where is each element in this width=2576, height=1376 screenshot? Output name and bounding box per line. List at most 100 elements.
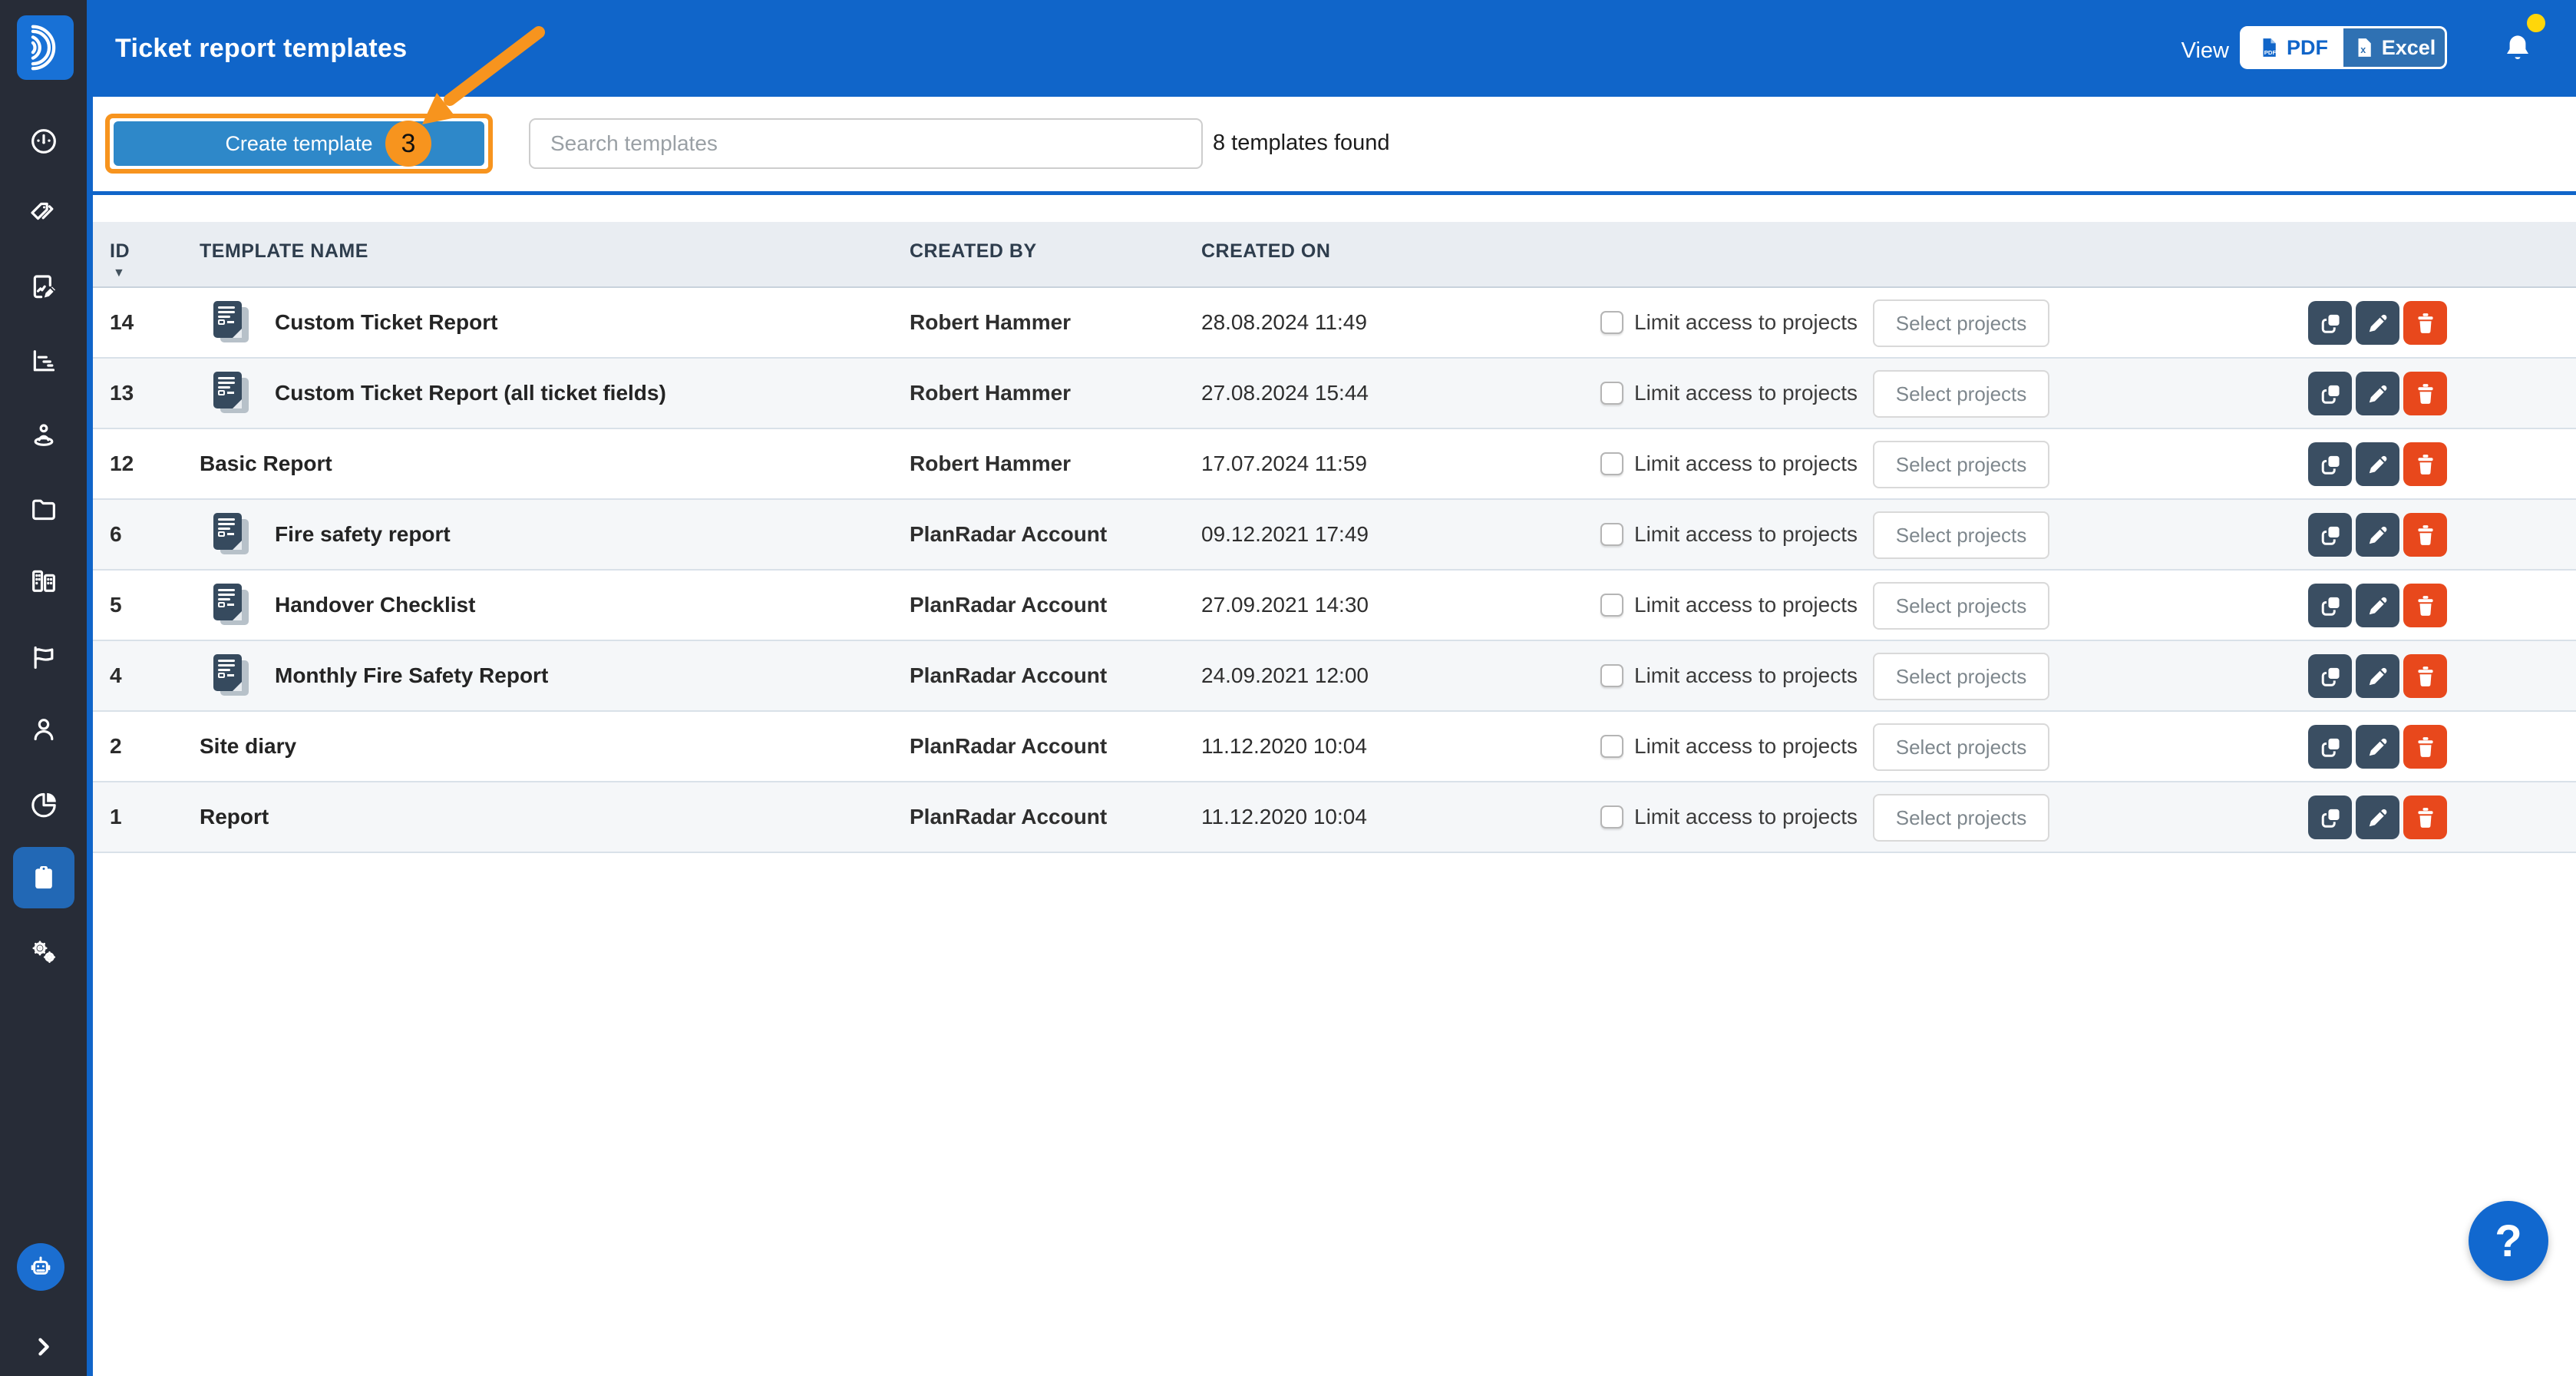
column-header-id[interactable]: ID xyxy=(110,240,130,263)
edit-button[interactable] xyxy=(2356,584,2399,627)
edit-button[interactable] xyxy=(2356,301,2399,345)
select-projects-button[interactable]: Select projects xyxy=(1873,441,2049,488)
chevron-right-icon xyxy=(30,1334,56,1360)
created-on: 11.12.2020 10:04 xyxy=(1201,712,1367,781)
view-label: View xyxy=(2181,38,2229,64)
created-on: 17.07.2024 11:59 xyxy=(1201,429,1367,498)
ai-assistant-button[interactable] xyxy=(17,1243,64,1291)
select-projects-button[interactable]: Select projects xyxy=(1873,299,2049,347)
duplicate-button[interactable] xyxy=(2308,584,2352,627)
select-projects-button[interactable]: Select projects xyxy=(1873,794,2049,842)
edit-button[interactable] xyxy=(2356,372,2399,415)
limit-access-checkbox[interactable] xyxy=(1600,382,1623,405)
svg-text:x: x xyxy=(2360,45,2366,55)
created-by: PlanRadar Account xyxy=(910,782,1107,852)
row-id: 12 xyxy=(110,429,134,498)
sidebar-item-templates[interactable] xyxy=(13,847,74,908)
limit-access-checkbox[interactable] xyxy=(1600,311,1623,334)
duplicate-icon xyxy=(2317,663,2344,690)
select-projects-button[interactable]: Select projects xyxy=(1873,511,2049,559)
sidebar-expand-button[interactable] xyxy=(28,1330,58,1364)
row-id: 13 xyxy=(110,359,134,428)
duplicate-button[interactable] xyxy=(2308,301,2352,345)
delete-button[interactable] xyxy=(2403,372,2447,415)
select-projects-button[interactable]: Select projects xyxy=(1873,370,2049,418)
delete-button[interactable] xyxy=(2403,584,2447,627)
sidebar-item-site-persons[interactable] xyxy=(0,405,87,466)
edit-button[interactable] xyxy=(2356,654,2399,698)
select-projects-button[interactable]: Select projects xyxy=(1873,582,2049,630)
row-actions xyxy=(2308,513,2447,557)
sidebar-item-statistics[interactable] xyxy=(0,773,87,835)
duplicate-button[interactable] xyxy=(2308,725,2352,769)
help-button[interactable]: ? xyxy=(2469,1201,2548,1281)
template-name-cell: Report xyxy=(200,782,269,852)
created-on: 27.09.2021 14:30 xyxy=(1201,571,1369,640)
row-id: 5 xyxy=(110,571,122,640)
delete-button[interactable] xyxy=(2403,725,2447,769)
duplicate-icon xyxy=(2317,592,2344,620)
select-projects-button[interactable]: Select projects xyxy=(1873,723,2049,771)
limit-access-checkbox[interactable] xyxy=(1600,452,1623,475)
robot-icon xyxy=(25,1252,56,1282)
sidebar-item-reports[interactable] xyxy=(0,331,87,392)
duplicate-button[interactable] xyxy=(2308,796,2352,839)
sidebar-item-dashboard[interactable] xyxy=(0,111,87,172)
pencil-icon xyxy=(2364,380,2392,408)
limit-access-checkbox[interactable] xyxy=(1600,523,1623,546)
delete-button[interactable] xyxy=(2403,442,2447,486)
limit-access-label: Limit access to projects xyxy=(1634,593,1858,617)
sidebar-item-tags[interactable] xyxy=(0,183,87,244)
report-template-icon xyxy=(213,513,253,556)
delete-button[interactable] xyxy=(2403,654,2447,698)
duplicate-button[interactable] xyxy=(2308,513,2352,557)
template-name: Fire safety report xyxy=(275,522,451,547)
sidebar-item-forms[interactable] xyxy=(0,257,87,319)
notifications-bell-icon[interactable] xyxy=(2499,29,2536,69)
limit-access-checkbox[interactable] xyxy=(1600,664,1623,687)
row-id: 4 xyxy=(110,641,122,710)
column-header-created-on[interactable]: CREATED ON xyxy=(1201,240,1330,263)
sidebar-item-company[interactable] xyxy=(0,550,87,611)
template-name-cell: Site diary xyxy=(200,712,296,781)
created-by: Robert Hammer xyxy=(910,359,1071,428)
limit-access-cell: Limit access to projects xyxy=(1600,571,1858,640)
delete-button[interactable] xyxy=(2403,796,2447,839)
created-on: 28.08.2024 11:49 xyxy=(1201,288,1367,357)
trash-icon xyxy=(2412,804,2439,832)
duplicate-button[interactable] xyxy=(2308,654,2352,698)
edit-button[interactable] xyxy=(2356,725,2399,769)
sidebar-item-users[interactable] xyxy=(0,699,87,760)
template-name-cell: Handover Checklist xyxy=(200,571,475,640)
limit-access-checkbox[interactable] xyxy=(1600,805,1623,829)
excel-view-button[interactable]: x Excel xyxy=(2343,28,2445,67)
row-id: 1 xyxy=(110,782,122,852)
table-row: 13 Custom Ticket Report (all ticket fiel… xyxy=(93,359,2576,429)
report-template-icon xyxy=(213,301,253,344)
sidebar-item-flags[interactable] xyxy=(0,627,87,688)
annotation-highlight-box xyxy=(105,114,493,174)
sidebar-item-settings[interactable] xyxy=(0,921,87,982)
column-header-created-by[interactable]: CREATED BY xyxy=(910,240,1037,263)
search-input[interactable] xyxy=(529,118,1203,169)
duplicate-button[interactable] xyxy=(2308,372,2352,415)
column-header-name[interactable]: TEMPLATE NAME xyxy=(200,240,368,263)
planradar-logo[interactable] xyxy=(17,15,74,80)
pdf-view-button[interactable]: PDF PDF xyxy=(2242,28,2343,67)
edit-button[interactable] xyxy=(2356,796,2399,839)
template-name: Handover Checklist xyxy=(275,593,475,617)
sidebar-item-projects[interactable] xyxy=(0,478,87,540)
delete-button[interactable] xyxy=(2403,513,2447,557)
pencil-icon xyxy=(2364,804,2392,832)
created-on: 11.12.2020 10:04 xyxy=(1201,782,1367,852)
limit-access-checkbox[interactable] xyxy=(1600,594,1623,617)
delete-button[interactable] xyxy=(2403,301,2447,345)
table-row: 4 Monthly Fire Safety Report PlanRadar A… xyxy=(93,641,2576,712)
pencil-icon xyxy=(2364,309,2392,337)
select-projects-button[interactable]: Select projects xyxy=(1873,653,2049,700)
edit-button[interactable] xyxy=(2356,513,2399,557)
duplicate-button[interactable] xyxy=(2308,442,2352,486)
results-count: 8 templates found xyxy=(1213,131,1390,156)
limit-access-checkbox[interactable] xyxy=(1600,735,1623,758)
edit-button[interactable] xyxy=(2356,442,2399,486)
